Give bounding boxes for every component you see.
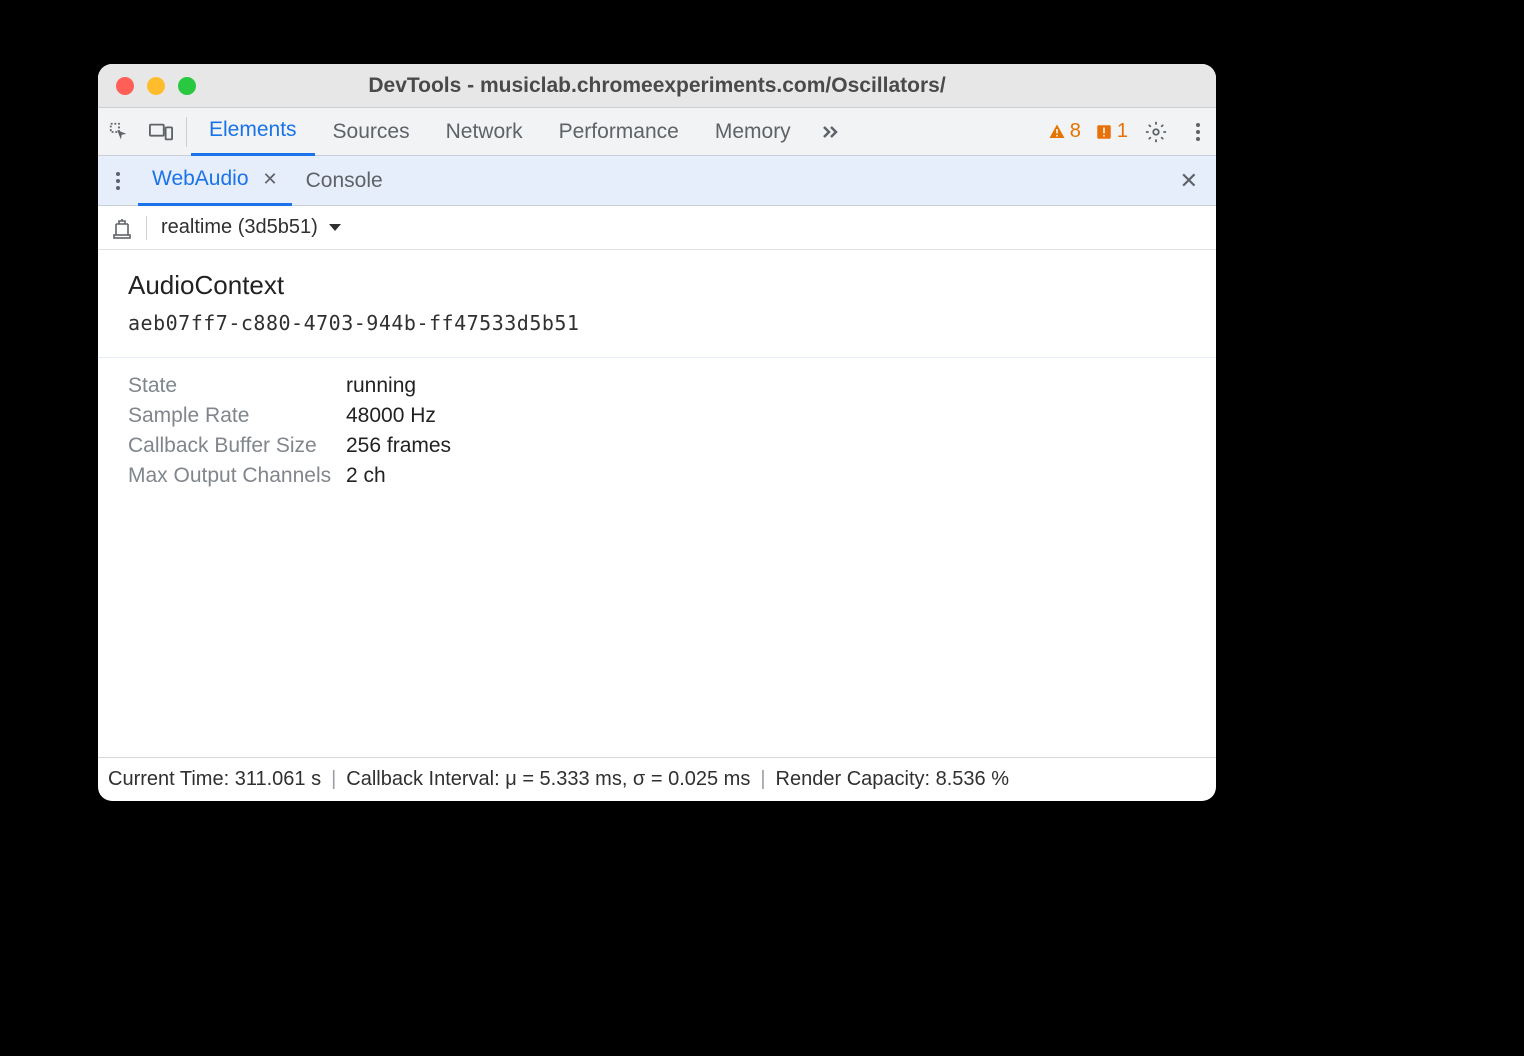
window-titlebar: DevTools - musiclab.chromeexperiments.co…	[98, 64, 1216, 108]
context-properties: State running Sample Rate 48000 Hz Callb…	[128, 374, 1186, 488]
prop-callbackbuffer-label: Callback Buffer Size	[128, 434, 346, 458]
prop-maxoutput-label: Max Output Channels	[128, 464, 346, 488]
issues-count: 1	[1117, 120, 1128, 143]
context-uuid: aeb07ff7-c880-4703-944b-ff47533d5b51	[128, 311, 1186, 335]
context-dropdown[interactable]: realtime (3d5b51)	[161, 216, 342, 239]
drawer-tab-strip: WebAudio ✕ Console ✕	[98, 156, 1216, 206]
window-title: DevTools - musiclab.chromeexperiments.co…	[98, 74, 1216, 98]
more-options-icon[interactable]	[1180, 108, 1216, 156]
warnings-badge[interactable]: 8	[1048, 120, 1081, 143]
tab-memory[interactable]: Memory	[697, 108, 809, 156]
issue-badges: 8 1	[1048, 120, 1132, 143]
tab-performance[interactable]: Performance	[541, 108, 697, 156]
tab-network[interactable]: Network	[428, 108, 541, 156]
close-tab-icon[interactable]: ✕	[263, 169, 278, 190]
status-separator: |	[331, 768, 336, 791]
context-heading: AudioContext	[128, 270, 1186, 301]
webaudio-toolbar: realtime (3d5b51)	[98, 206, 1216, 250]
window-fullscreen-button[interactable]	[178, 77, 196, 95]
prop-state-label: State	[128, 374, 346, 398]
devtools-window: DevTools - musiclab.chromeexperiments.co…	[98, 64, 1216, 801]
divider	[98, 357, 1216, 358]
status-current-time: Current Time: 311.061 s	[108, 768, 321, 791]
traffic-lights	[98, 77, 196, 95]
divider	[186, 117, 187, 147]
settings-icon[interactable]	[1132, 108, 1180, 156]
drawer-tab-label: Console	[306, 169, 383, 193]
warnings-count: 8	[1070, 120, 1081, 143]
context-dropdown-label: realtime (3d5b51)	[161, 216, 318, 239]
prop-samplerate-value: 48000 Hz	[346, 404, 1186, 428]
status-bar: Current Time: 311.061 s | Callback Inter…	[98, 757, 1216, 801]
drawer-tab-webaudio[interactable]: WebAudio ✕	[138, 156, 292, 206]
prop-maxoutput-value: 2 ch	[346, 464, 1186, 488]
prop-callbackbuffer-value: 256 frames	[346, 434, 1186, 458]
window-minimize-button[interactable]	[147, 77, 165, 95]
window-close-button[interactable]	[116, 77, 134, 95]
device-toolbar-icon[interactable]	[140, 108, 182, 156]
drawer-tab-label: WebAudio	[152, 167, 249, 191]
prop-samplerate-label: Sample Rate	[128, 404, 346, 428]
prop-state-value: running	[346, 374, 1186, 398]
status-separator: |	[760, 768, 765, 791]
drawer-close-icon[interactable]: ✕	[1162, 168, 1216, 194]
status-callback-interval: Callback Interval: μ = 5.333 ms, σ = 0.0…	[346, 768, 750, 791]
webaudio-content: AudioContext aeb07ff7-c880-4703-944b-ff4…	[98, 250, 1216, 757]
status-render-capacity: Render Capacity: 8.536 %	[776, 768, 1009, 791]
more-tabs-icon[interactable]	[809, 108, 851, 156]
chevron-down-icon	[328, 223, 342, 233]
main-tab-strip: Elements Sources Network Performance Mem…	[98, 108, 1216, 156]
drawer-tab-console[interactable]: Console	[292, 156, 397, 206]
issues-badge[interactable]: 1	[1095, 120, 1128, 143]
tab-elements[interactable]: Elements	[191, 108, 315, 156]
drawer-more-icon[interactable]	[98, 172, 138, 190]
divider	[146, 216, 147, 240]
inspect-element-icon[interactable]	[98, 108, 140, 156]
tab-sources[interactable]: Sources	[315, 108, 428, 156]
garbage-collect-icon[interactable]	[112, 217, 132, 239]
